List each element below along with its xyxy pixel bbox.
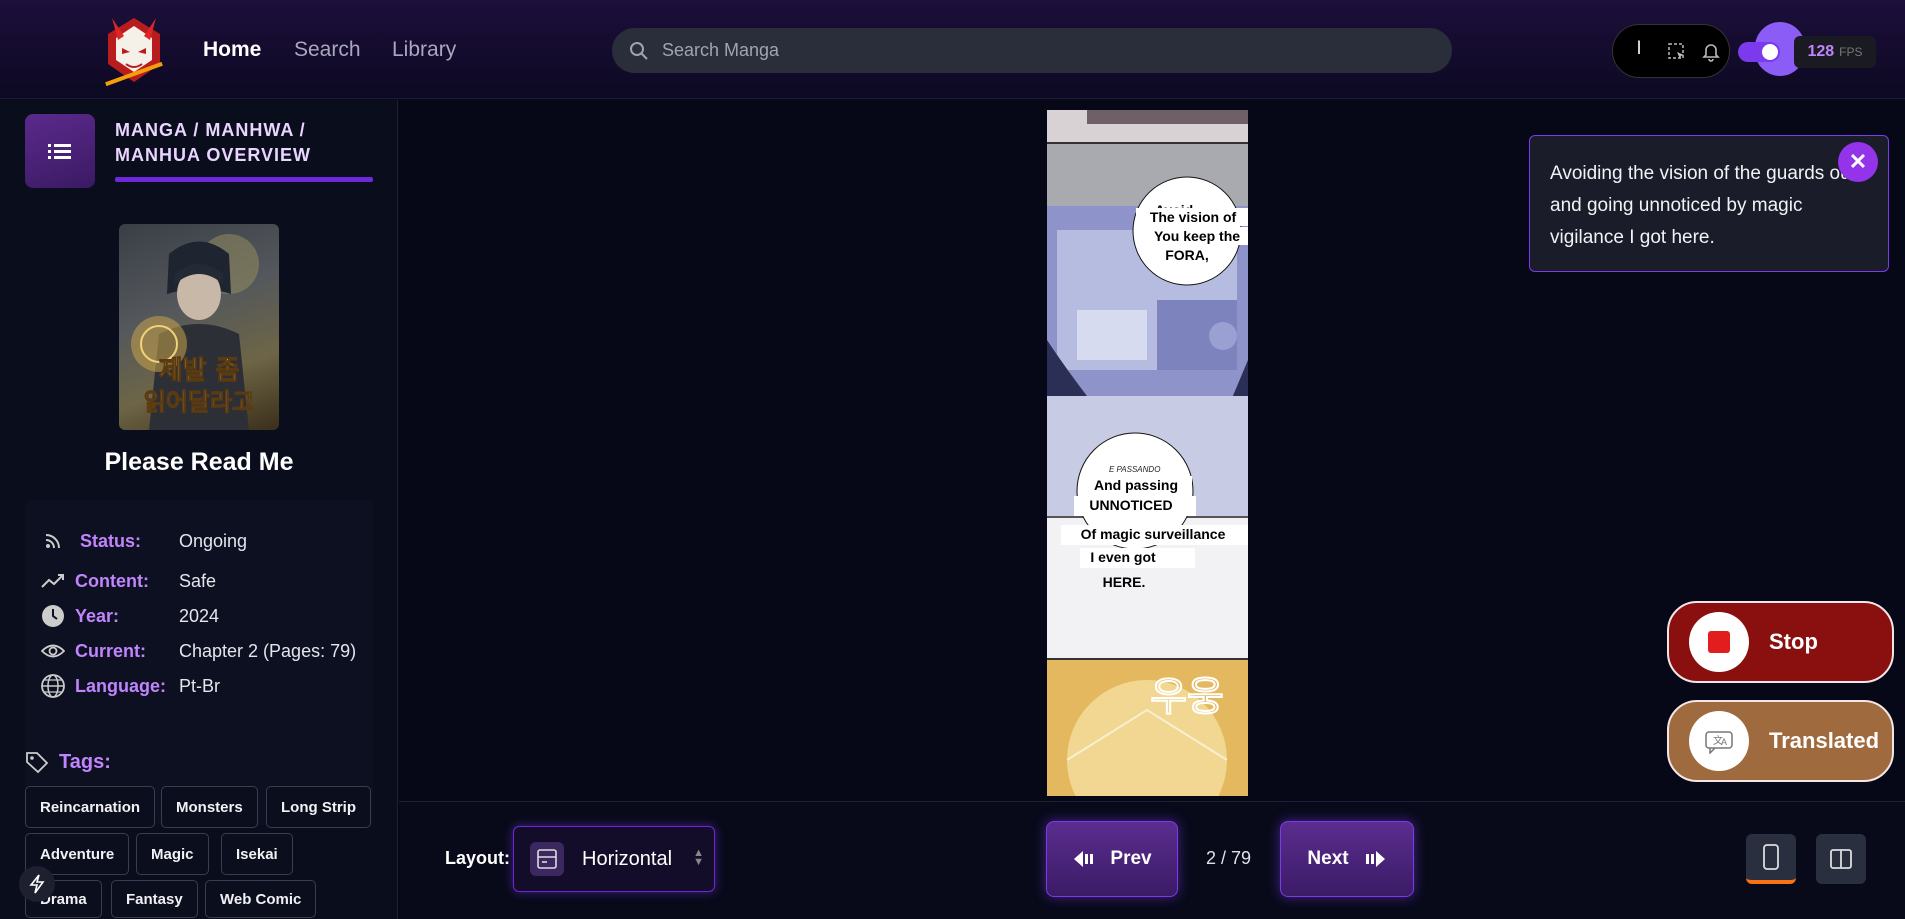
info-current: Current: Chapter 2 (Pages: 79) [40, 636, 356, 666]
info-key: Current: [75, 640, 146, 661]
eye-icon [41, 644, 65, 658]
info-value: Safe [179, 570, 217, 591]
app-logo[interactable] [98, 14, 170, 86]
bubble-text: UNNOTICED [1089, 497, 1172, 513]
tag-chip[interactable]: Isekai [221, 833, 293, 875]
svg-text:A: A [1721, 737, 1727, 747]
prev-button[interactable]: Prev [1046, 821, 1178, 897]
close-icon[interactable]: ✕ [1838, 142, 1878, 182]
layout-label: Layout: [445, 848, 510, 868]
single-page-mode-button[interactable] [1746, 834, 1796, 884]
tag-chip[interactable]: Monsters [161, 786, 258, 828]
manga-cover-image[interactable]: 제발 좀 읽어달라고 [119, 224, 279, 430]
nav-library[interactable]: Library [392, 38, 456, 62]
bubble-text: FORA, [1165, 247, 1209, 263]
tag-chip[interactable]: Web Comic [205, 880, 317, 918]
info-key: Content: [75, 570, 149, 591]
overview-menu-button[interactable] [25, 114, 95, 188]
manga-page-image[interactable]: 우웅 Avoid The vision of You keep the FORA… [1047, 110, 1248, 796]
cursor-indicator: l [1637, 38, 1641, 58]
phone-icon [1763, 844, 1779, 870]
overview-title: MANGA / MANHWA / MANHUA OVERVIEW [115, 120, 312, 165]
tag-chip[interactable]: Fantasy [111, 880, 198, 918]
translated-button[interactable]: 文A Translated [1667, 700, 1894, 782]
nav-search[interactable]: Search [294, 38, 361, 62]
fps-value: 128 [1807, 43, 1835, 60]
stop-icon [1689, 612, 1749, 672]
next-label: Next [1307, 848, 1349, 869]
svg-text:제발 좀: 제발 좀 [159, 356, 240, 386]
stop-label: Stop [1769, 629, 1818, 654]
trend-icon [41, 574, 64, 588]
info-value: Pt-Br [179, 675, 221, 696]
info-content: Content: Safe [40, 566, 216, 596]
translate-icon: 文A [1689, 711, 1749, 771]
nav-home[interactable]: Home [203, 38, 261, 62]
overview-sidebar: MANGA / MANHWA / MANHUA OVERVIEW 제발 좀 읽어… [0, 100, 398, 919]
tags-label: Tags: [59, 750, 111, 773]
bubble-text: And passing [1094, 477, 1178, 493]
page-counter: 2 / 79 [1206, 848, 1252, 868]
stop-button[interactable]: Stop [1667, 601, 1894, 683]
top-navbar: Home Search Library l 128 FPS [0, 0, 1905, 99]
double-page-mode-button[interactable] [1816, 834, 1866, 884]
caption-text: I even got [1090, 549, 1156, 565]
toggle-knob [1762, 44, 1778, 60]
globe-icon [41, 674, 65, 698]
list-icon [48, 144, 71, 159]
manga-title: Please Read Me [104, 448, 294, 476]
bubble-text: E PASSANDO [1109, 465, 1160, 474]
title-underline [115, 177, 373, 182]
next-button[interactable]: Next [1280, 821, 1414, 897]
fps-counter: 128 FPS [1794, 36, 1876, 68]
tags-header: Tags: [25, 750, 111, 774]
prev-label: Prev [1110, 848, 1152, 869]
tag-chip[interactable]: Long Strip [266, 786, 371, 828]
info-value: 2024 [179, 605, 220, 626]
search-input[interactable] [662, 40, 1422, 61]
info-value: Ongoing [179, 530, 248, 551]
info-status: Status: Ongoing [40, 526, 247, 556]
fps-unit: FPS [1839, 45, 1863, 59]
quick-action-button[interactable] [19, 866, 55, 902]
info-key: Language: [75, 675, 167, 696]
clock-icon [42, 605, 64, 627]
theme-toggle[interactable] [1738, 42, 1780, 62]
info-year: Year: 2024 [40, 601, 219, 631]
search-bar[interactable] [612, 28, 1452, 73]
arrow-right-icon [1365, 851, 1385, 867]
bell-icon[interactable] [1700, 40, 1722, 62]
translation-text: Avoiding the vision of the guards out, a… [1550, 163, 1862, 248]
svg-text:읽어달라고: 읽어달라고 [144, 388, 254, 416]
info-key: Status: [80, 530, 142, 551]
search-icon [630, 41, 648, 60]
info-key: Year: [75, 605, 120, 626]
translated-label: Translated [1769, 728, 1880, 753]
layout-value: Horizontal [582, 847, 673, 870]
bubble-text: You keep the [1154, 228, 1240, 244]
tag-chip[interactable]: Reincarnation [25, 786, 156, 828]
caption-text: HERE. [1103, 574, 1146, 590]
caption-text: Of magic surveillance [1081, 526, 1226, 542]
translation-tooltip: Avoiding the vision of the guards out, a… [1529, 135, 1889, 272]
chevron-updown-icon: ▲ ▼ [693, 847, 704, 868]
lightning-icon [29, 874, 45, 894]
arrow-left-icon [1074, 851, 1094, 867]
select-area-icon[interactable] [1667, 42, 1687, 62]
layout-select[interactable]: Horizontal ▲ ▼ [513, 826, 715, 892]
info-value: Chapter 2 (Pages: 79) [179, 640, 357, 661]
layout-icon [530, 842, 564, 876]
rss-icon [45, 534, 60, 549]
sfx-text: 우웅 [1150, 674, 1224, 720]
bubble-text: The vision of [1150, 209, 1237, 225]
tag-chip[interactable]: Magic [136, 833, 209, 875]
info-language: Language: Pt-Br [40, 671, 220, 701]
book-icon [1830, 849, 1852, 869]
tag-icon [26, 752, 49, 774]
